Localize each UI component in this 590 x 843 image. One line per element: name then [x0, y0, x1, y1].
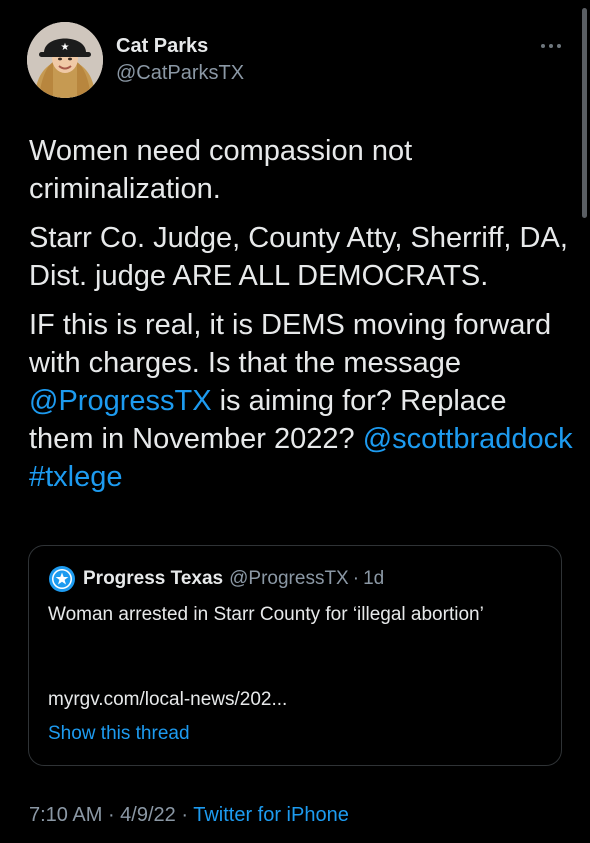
- tweet-source-link[interactable]: Twitter for iPhone: [193, 804, 349, 826]
- avatar[interactable]: ★: [27, 22, 103, 98]
- show-this-thread-link[interactable]: Show this thread: [48, 721, 190, 747]
- tweet-text: Women need compassion not criminalizatio…: [29, 132, 574, 507]
- more-options-button[interactable]: [536, 36, 566, 56]
- meta-separator: ·: [181, 804, 194, 826]
- quoted-separator: ·: [352, 568, 360, 589]
- mention-link[interactable]: @ProgressTX: [29, 385, 212, 417]
- hashtag-link[interactable]: #txlege: [29, 461, 123, 493]
- tweet-paragraph: Women need compassion not criminalizatio…: [29, 132, 574, 208]
- tweet-text-segment: Women need compassion not criminalizatio…: [29, 135, 413, 205]
- profile-photo-icon: ★: [27, 22, 103, 98]
- svg-text:★: ★: [61, 42, 70, 53]
- meta-separator: ·: [107, 804, 121, 826]
- quoted-tweet-link[interactable]: myrgv.com/local-news/202...: [48, 687, 287, 713]
- quoted-tweet-text: Woman arrested in Starr County for ‘ille…: [48, 604, 484, 625]
- tweet-paragraph: IF this is real, it is DEMS moving forwa…: [29, 306, 574, 496]
- scrollbar[interactable]: [582, 8, 587, 218]
- tweet-time[interactable]: 7:10 AM: [29, 804, 102, 826]
- quoted-author-handle[interactable]: @ProgressTX: [229, 568, 349, 590]
- quoted-tweet-header: Progress Texas @ProgressTX · 1d: [49, 566, 384, 592]
- author-display-name[interactable]: Cat Parks: [116, 34, 208, 58]
- quoted-author-name[interactable]: Progress Texas: [83, 568, 223, 590]
- tweet-text-segment: Starr Co. Judge, County Atty, Sherriff, …: [29, 222, 568, 292]
- tweet-paragraph: Starr Co. Judge, County Atty, Sherriff, …: [29, 219, 574, 295]
- mention-link[interactable]: @scottbraddock: [363, 423, 573, 455]
- quoted-timestamp[interactable]: 1d: [363, 568, 384, 590]
- tweet-date[interactable]: 4/9/22: [120, 804, 176, 826]
- tweet-text-segment: IF this is real, it is DEMS moving forwa…: [29, 309, 552, 379]
- quoted-tweet-card[interactable]: Progress Texas @ProgressTX · 1d Woman ar…: [28, 545, 562, 766]
- author-handle[interactable]: @CatParksTX: [116, 61, 244, 85]
- more-options-icon: [541, 44, 561, 48]
- tweet-metadata: 7:10 AM · 4/9/22 · Twitter for iPhone: [29, 802, 349, 828]
- progress-texas-star-icon[interactable]: [49, 566, 75, 592]
